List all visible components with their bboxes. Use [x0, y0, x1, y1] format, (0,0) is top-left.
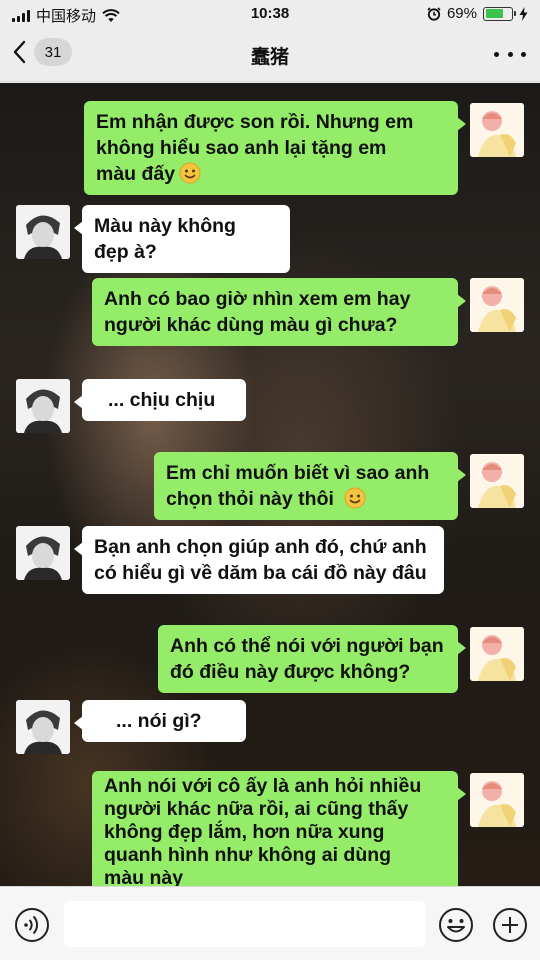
message-line: màu này: [104, 867, 184, 886]
message-line: ... chịu chịu: [108, 389, 216, 411]
battery-icon: [483, 6, 516, 21]
message-line: đó điều này được không?: [170, 661, 411, 683]
chat-title: 蠢猪: [250, 47, 289, 68]
message-line: đẹp à?: [94, 241, 157, 263]
contact-avatar[interactable]: [16, 379, 70, 433]
smiley-emoji-icon: [344, 487, 366, 509]
message-line: Bạn anh chọn giúp anh đó, chứ anh: [94, 536, 427, 558]
message-bubble-received[interactable]: Màu này không đẹp à?: [74, 205, 290, 273]
chat-background: Em nhận được son rồi. Nhưng em không hiể…: [0, 83, 540, 886]
status-bar: 中国移动 10:38 69%: [0, 0, 540, 28]
plus-icon[interactable]: [492, 907, 528, 943]
message-bubble-sent[interactable]: Anh nói với cô ấy là anh hỏi nhiều người…: [92, 771, 466, 886]
message-line: ... nói gì?: [116, 710, 202, 732]
message-bubble-received[interactable]: ... nói gì?: [74, 700, 246, 742]
input-bar: [0, 886, 540, 960]
smiley-emoji-icon: [179, 162, 201, 184]
contact-avatar[interactable]: [16, 205, 70, 259]
message-bubble-received[interactable]: ... chịu chịu: [74, 379, 246, 421]
message-line: không đẹp lắm, hơn nữa xung: [104, 821, 385, 843]
voice-icon[interactable]: [14, 907, 50, 943]
message-line: màu đấy: [96, 161, 446, 187]
message-line: chọn thỏi này thôi: [166, 486, 446, 512]
message-bubble-sent[interactable]: Em chỉ muốn biết vì sao anh chọn thỏi nà…: [154, 452, 466, 520]
message-bubble-sent[interactable]: Em nhận được son rồi. Nhưng em không hiể…: [84, 101, 466, 195]
my-avatar[interactable]: [470, 278, 524, 332]
charging-icon: [519, 6, 528, 21]
my-avatar[interactable]: [470, 454, 524, 508]
my-avatar[interactable]: [470, 773, 524, 827]
message-line: có hiểu gì về dăm ba cái đồ này đâu: [94, 562, 427, 584]
message-line: Anh có thể nói với người bạn: [170, 635, 444, 657]
more-options-button[interactable]: [494, 42, 526, 66]
message-line: Em chỉ muốn biết vì sao anh: [166, 462, 430, 484]
message-line: Màu này không: [94, 215, 236, 237]
message-bubble-sent[interactable]: Anh có bao giờ nhìn xem em hay người khá…: [92, 278, 466, 346]
chat-header: 31 蠢猪: [0, 28, 540, 82]
message-input[interactable]: [64, 901, 426, 947]
emoji-icon[interactable]: [438, 907, 474, 943]
message-line: Em nhận được son rồi. Nhưng em: [96, 111, 414, 133]
more-dots-icon: [494, 51, 499, 57]
battery-percent: 69%: [446, 5, 477, 22]
message-line: người khác nữa rồi, ai cũng thấy: [104, 798, 409, 820]
message-line: người khác dùng màu gì chưa?: [104, 314, 398, 336]
message-line: Anh nói với cô ấy là anh hỏi nhiều: [104, 775, 422, 797]
contact-avatar[interactable]: [16, 526, 70, 580]
contact-avatar[interactable]: [16, 700, 70, 754]
message-line: không hiểu sao anh lại tặng em: [96, 137, 387, 159]
message-bubble-sent[interactable]: Anh có thể nói với người bạn đó điều này…: [158, 625, 466, 693]
my-avatar[interactable]: [470, 627, 524, 681]
my-avatar[interactable]: [470, 103, 524, 157]
battery-level: [485, 9, 503, 18]
alarm-icon: [427, 6, 441, 21]
message-bubble-received[interactable]: Bạn anh chọn giúp anh đó, chứ anh có hiể…: [74, 526, 444, 594]
message-line: Anh có bao giờ nhìn xem em hay: [104, 288, 411, 310]
message-line: quanh hình như không ai dùng: [104, 844, 392, 866]
